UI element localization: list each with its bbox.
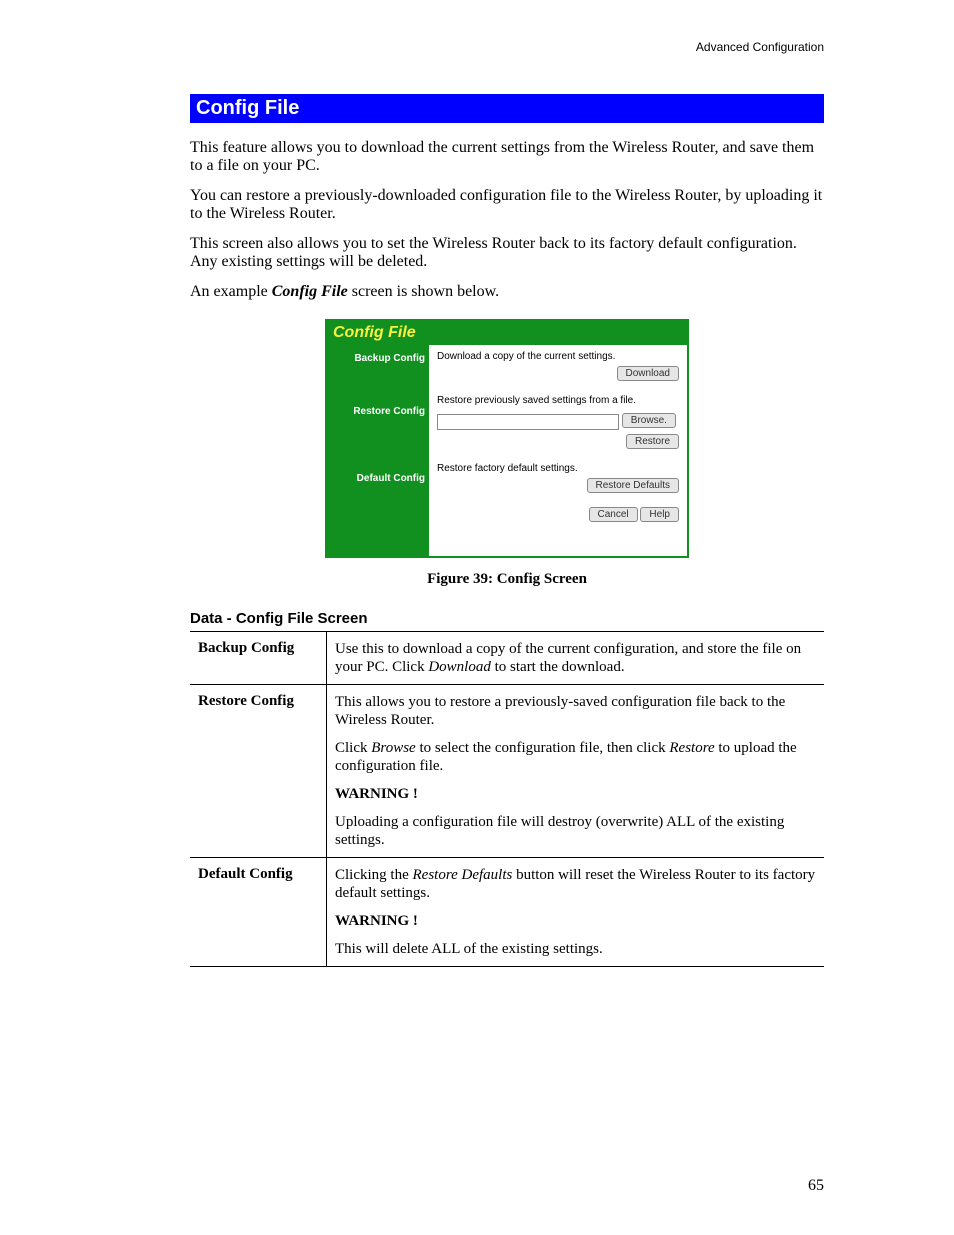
emphasis-text: Restore xyxy=(669,740,714,756)
table-row: Backup Config Use this to download a cop… xyxy=(190,632,824,685)
sidebar-label-backup: Backup Config xyxy=(331,353,425,364)
config-file-screenshot: Config File Backup Config Restore Config… xyxy=(325,319,689,558)
breadcrumb: Advanced Configuration xyxy=(190,40,824,54)
download-button[interactable]: Download xyxy=(617,366,679,381)
emphasis-text: Browse xyxy=(371,740,415,756)
paragraph: This feature allows you to download the … xyxy=(190,139,824,175)
text: Clicking the xyxy=(335,867,413,883)
text: to select the configuration file, then c… xyxy=(416,740,670,756)
row-key: Backup Config xyxy=(190,632,327,685)
backup-description: Download a copy of the current settings. xyxy=(437,351,679,362)
sidebar-label-default: Default Config xyxy=(331,473,425,484)
emphasis-text: Restore Defaults xyxy=(413,867,513,883)
row-key: Restore Config xyxy=(190,685,327,858)
cancel-button[interactable]: Cancel xyxy=(589,507,638,522)
emphasis-text: Download xyxy=(428,659,491,675)
text: This will delete ALL of the existing set… xyxy=(335,940,816,958)
sidebar-label-restore: Restore Config xyxy=(331,406,425,417)
paragraph: This screen also allows you to set the W… xyxy=(190,235,824,271)
data-subheading: Data - Config File Screen xyxy=(190,610,824,627)
table-row: Default Config Clicking the Restore Defa… xyxy=(190,858,824,967)
page-number: 65 xyxy=(808,1177,824,1195)
row-value: This allows you to restore a previously-… xyxy=(327,685,825,858)
warning-label: WARNING ! xyxy=(335,913,418,929)
text: This allows you to restore a previously-… xyxy=(335,693,816,729)
emphasis-text: Config File xyxy=(272,283,348,300)
text: Uploading a configuration file will dest… xyxy=(335,813,816,849)
row-value: Use this to download a copy of the curre… xyxy=(327,632,825,685)
warning-label: WARNING ! xyxy=(335,786,418,802)
table-row: Restore Config This allows you to restor… xyxy=(190,685,824,858)
screenshot-title: Config File xyxy=(327,321,687,345)
config-file-data-table: Backup Config Use this to download a cop… xyxy=(190,631,824,967)
browse-button[interactable]: Browse. xyxy=(622,413,676,428)
text: Click xyxy=(335,740,371,756)
section-title: Config File xyxy=(190,94,824,123)
restore-button[interactable]: Restore xyxy=(626,434,679,449)
paragraph: An example Config File screen is shown b… xyxy=(190,283,824,301)
file-path-input[interactable] xyxy=(437,414,619,430)
row-value: Clicking the Restore Defaults button wil… xyxy=(327,858,825,967)
text: An example xyxy=(190,283,272,300)
default-description: Restore factory default settings. xyxy=(437,463,679,474)
paragraph: You can restore a previously-downloaded … xyxy=(190,187,824,223)
restore-defaults-button[interactable]: Restore Defaults xyxy=(587,478,679,493)
row-key: Default Config xyxy=(190,858,327,967)
text: screen is shown below. xyxy=(348,283,499,300)
restore-description: Restore previously saved settings from a… xyxy=(437,395,679,406)
text: to start the download. xyxy=(491,659,625,675)
figure-caption: Figure 39: Config Screen xyxy=(190,571,824,588)
help-button[interactable]: Help xyxy=(640,507,679,522)
